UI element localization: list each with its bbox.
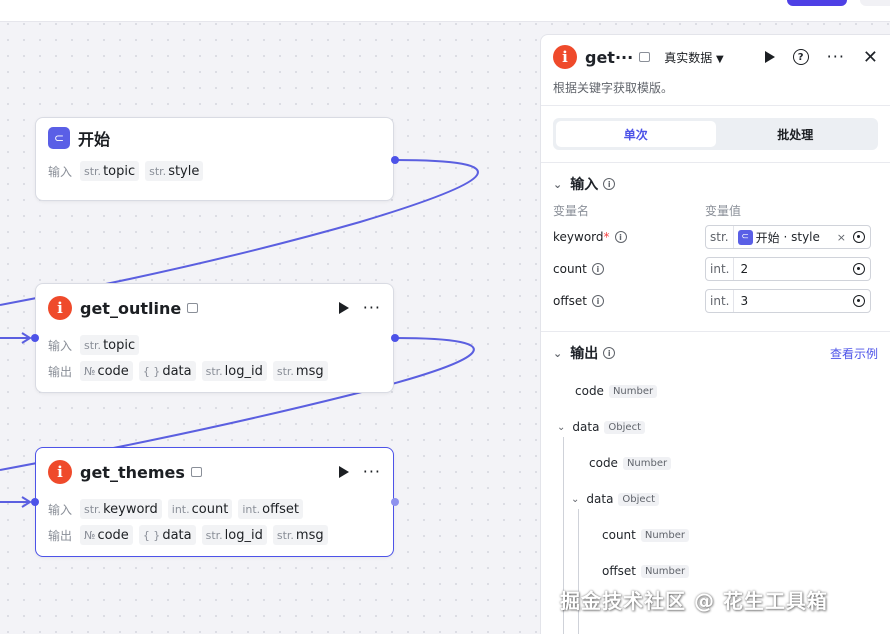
input-port[interactable] bbox=[31, 498, 39, 506]
plugin-type-icon bbox=[639, 52, 651, 62]
input-var-chip: int. offset bbox=[238, 499, 303, 519]
output-port[interactable] bbox=[391, 156, 399, 164]
input-label: 输入 bbox=[48, 164, 73, 179]
chevron-down-icon: ⌄ bbox=[557, 421, 566, 433]
output-section-header[interactable]: ⌄ 输出 i 查看示例 bbox=[541, 338, 890, 368]
node-debug-panel: i get··· 真实数据 ▼ ? ··· ✕ 根据关键字获取模版。 单次 批处… bbox=[540, 34, 890, 634]
play-icon[interactable] bbox=[338, 302, 349, 314]
play-icon[interactable] bbox=[338, 466, 349, 478]
more-icon[interactable]: ··· bbox=[363, 464, 381, 480]
target-icon[interactable] bbox=[853, 295, 865, 307]
output-field-row: code Number bbox=[589, 456, 672, 470]
node-title: 开始 bbox=[78, 130, 111, 149]
run-mode-tabs: 单次 批处理 bbox=[553, 118, 878, 150]
chevron-down-icon: ⌄ bbox=[553, 346, 563, 360]
input-var-chip: int. count bbox=[167, 499, 233, 519]
input-label: 输入 bbox=[48, 338, 73, 353]
output-var-chip: str. log_id bbox=[201, 525, 267, 545]
output-field-row[interactable]: ⌄ data Object bbox=[571, 492, 659, 506]
input-label: 输入 bbox=[48, 502, 73, 517]
node-get-themes[interactable]: i get_themes ··· 输入 str. keyword int. coun… bbox=[35, 447, 394, 557]
target-icon[interactable] bbox=[853, 231, 865, 243]
info-icon: i bbox=[591, 295, 604, 307]
play-icon[interactable] bbox=[764, 51, 775, 63]
info-icon: i bbox=[591, 263, 604, 275]
col-value-header: 变量值 bbox=[705, 203, 742, 218]
plugin-icon: i bbox=[48, 460, 72, 484]
info-icon: i bbox=[603, 178, 616, 190]
output-var-chip: { } data bbox=[138, 361, 196, 381]
output-port[interactable] bbox=[391, 498, 399, 506]
close-icon[interactable]: ✕ bbox=[863, 47, 878, 68]
param-row: offset i int. 3 bbox=[541, 285, 890, 317]
more-icon[interactable]: ··· bbox=[827, 49, 845, 65]
tab-single[interactable]: 单次 bbox=[556, 121, 716, 147]
input-var-chip: str. style bbox=[145, 161, 204, 181]
output-var-chip: str. msg bbox=[272, 525, 328, 545]
output-var-chip: № code bbox=[80, 525, 133, 545]
start-icon: ⊂ bbox=[737, 229, 753, 245]
output-label: 输出 bbox=[48, 364, 73, 379]
output-var-chip: str. msg bbox=[272, 361, 328, 381]
tab-batch[interactable]: 批处理 bbox=[716, 121, 876, 147]
plugin-type-icon bbox=[187, 303, 199, 313]
output-var-chip: { } data bbox=[138, 525, 196, 545]
node-get-outline[interactable]: i get_outline ··· 输入 str. topic 输出 № code … bbox=[35, 283, 394, 393]
panel-description: 根据关键字获取模版。 bbox=[553, 81, 674, 95]
target-icon[interactable] bbox=[853, 263, 865, 275]
output-field-row: count Number bbox=[602, 528, 690, 542]
chevron-down-icon: ⌄ bbox=[571, 493, 580, 505]
data-mode-select[interactable]: 真实数据 ▼ bbox=[664, 49, 724, 66]
output-var-chip: № code bbox=[80, 361, 133, 381]
info-icon: i bbox=[603, 347, 616, 359]
output-label: 输出 bbox=[48, 528, 73, 543]
view-example-link[interactable]: 查看示例 bbox=[830, 345, 878, 362]
param-row: keyword * i str. ⊂ 开始 · style × bbox=[541, 221, 890, 253]
watermark: 掘金技术社区 @ 花生工具箱 bbox=[560, 589, 828, 613]
more-icon[interactable]: ··· bbox=[363, 300, 381, 316]
output-port[interactable] bbox=[391, 334, 399, 342]
input-section-header[interactable]: ⌄ 输入 i bbox=[541, 169, 890, 199]
dropdown-caret-icon: ▼ bbox=[716, 53, 724, 65]
input-var-chip: str. topic bbox=[80, 335, 140, 355]
input-port[interactable] bbox=[31, 334, 39, 342]
clear-icon[interactable]: × bbox=[837, 231, 846, 244]
info-icon: i bbox=[614, 231, 627, 243]
plugin-type-icon bbox=[190, 467, 202, 477]
col-name-header: 变量名 bbox=[553, 203, 590, 218]
offset-field[interactable]: int. 3 bbox=[705, 289, 871, 313]
output-field-row: code Number bbox=[575, 384, 658, 398]
output-var-chip: str. log_id bbox=[201, 361, 267, 381]
variable-reference: ⊂ 开始 · style bbox=[737, 229, 820, 246]
output-field-row: offset Number bbox=[602, 564, 690, 578]
node-title: get_outline bbox=[80, 298, 182, 318]
param-row: count i int. 2 bbox=[541, 253, 890, 285]
node-start[interactable]: ⊂ 开始 输入 str. topic str. style bbox=[35, 117, 394, 201]
start-icon: ⊂ bbox=[48, 127, 70, 149]
input-var-chip: str. keyword bbox=[80, 499, 162, 519]
keyword-field[interactable]: str. ⊂ 开始 · style × bbox=[705, 225, 871, 249]
plugin-icon: i bbox=[553, 45, 577, 69]
input-var-chip: str. topic bbox=[80, 161, 140, 181]
node-title: get_themes bbox=[80, 462, 185, 482]
chevron-down-icon: ⌄ bbox=[553, 177, 563, 191]
help-icon[interactable]: ? bbox=[792, 49, 809, 65]
panel-title: get··· bbox=[585, 47, 634, 67]
plugin-icon: i bbox=[48, 296, 72, 320]
output-field-row[interactable]: ⌄ data Object bbox=[557, 420, 645, 434]
count-field[interactable]: int. 2 bbox=[705, 257, 871, 281]
